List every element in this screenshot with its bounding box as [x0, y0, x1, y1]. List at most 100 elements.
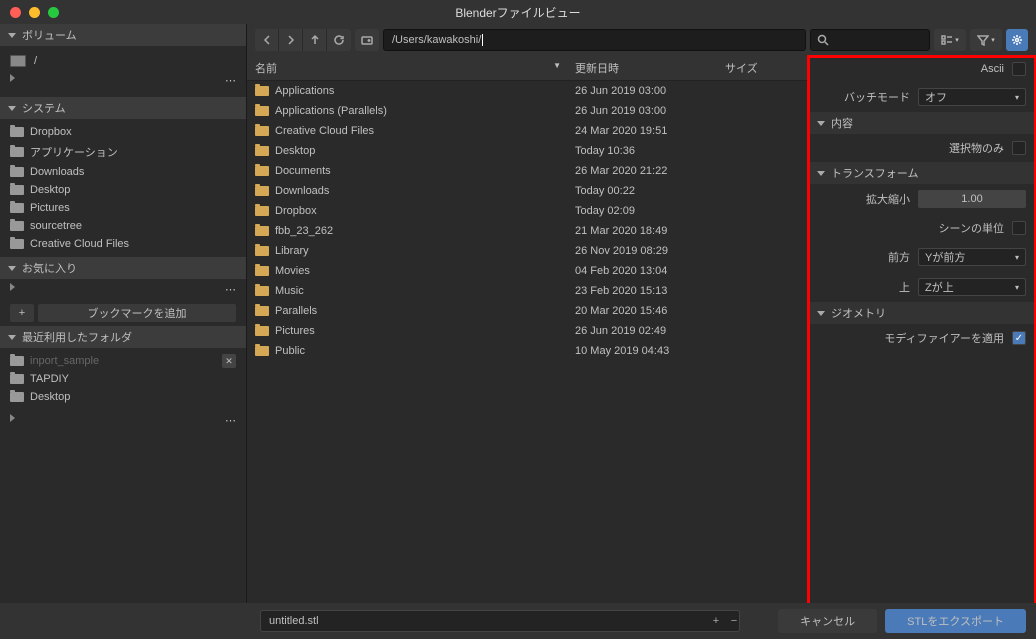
dots-icon[interactable]: ⋯ — [225, 283, 236, 296]
file-row[interactable]: DesktopToday 10:36 — [247, 141, 808, 161]
export-button[interactable]: STLをエクスポート — [885, 609, 1026, 633]
system-item[interactable]: Desktop — [0, 181, 246, 199]
chevron-down-icon[interactable] — [8, 106, 16, 111]
ascii-checkbox[interactable] — [1012, 62, 1026, 76]
scale-input[interactable]: 1.00 — [918, 190, 1026, 208]
cancel-button[interactable]: キャンセル — [778, 609, 877, 633]
apply-modifiers-checkbox[interactable] — [1012, 331, 1026, 345]
folder-icon — [255, 86, 269, 96]
column-size[interactable]: サイズ — [717, 56, 808, 80]
folder-icon — [255, 326, 269, 336]
system-item[interactable]: Pictures — [0, 199, 246, 217]
file-row[interactable]: Movies04 Feb 2020 13:04 — [247, 261, 808, 281]
forward-axis-select[interactable]: Yが前方▾ — [918, 248, 1026, 266]
selection-only-checkbox[interactable] — [1012, 141, 1026, 155]
expand-icon[interactable] — [10, 74, 15, 82]
chevron-down-icon — [817, 121, 825, 126]
folder-icon — [255, 206, 269, 216]
folder-icon — [10, 356, 24, 366]
chevron-down-icon[interactable] — [8, 335, 16, 340]
column-name[interactable]: 名前▼ — [247, 56, 567, 80]
file-list: 名前▼ 更新日時 サイズ Applications26 Jun 2019 03:… — [247, 56, 808, 639]
volume-item[interactable]: / — [10, 52, 236, 70]
folder-icon — [10, 147, 24, 157]
sidebar: ボリューム / ⋯ システム DropboxアプリケーションDownloadsD… — [0, 24, 247, 639]
folder-icon — [255, 146, 269, 156]
window-title: Blenderファイルビュー — [0, 4, 1036, 21]
recent-item[interactable]: TAPDIY — [0, 370, 246, 388]
file-row[interactable]: Pictures26 Jun 2019 02:49 — [247, 321, 808, 341]
up-axis-select[interactable]: Zが上▾ — [918, 278, 1026, 296]
folder-icon — [10, 185, 24, 195]
file-row[interactable]: DownloadsToday 00:22 — [247, 181, 808, 201]
new-folder-button[interactable] — [355, 29, 379, 51]
file-row[interactable]: fbb_23_26221 Mar 2020 18:49 — [247, 221, 808, 241]
file-row[interactable]: Applications (Parallels)26 Jun 2019 03:0… — [247, 101, 808, 121]
recent-item[interactable]: inport_sample✕ — [0, 352, 246, 370]
path-input[interactable]: /Users/kawakoshi/ — [383, 29, 806, 51]
recent-header[interactable]: 最近利用したフォルダ — [0, 326, 246, 348]
scene-unit-checkbox[interactable] — [1012, 221, 1026, 235]
export-options-panel: Ascii バッチモードオフ▾ 内容 選択物のみ トランスフォーム 拡大縮小1.… — [808, 56, 1036, 639]
system-header[interactable]: システム — [0, 97, 246, 119]
file-row[interactable]: Creative Cloud Files24 Mar 2020 19:51 — [247, 121, 808, 141]
folder-icon — [255, 166, 269, 176]
settings-button[interactable] — [1006, 29, 1028, 51]
favorites-header[interactable]: お気に入り — [0, 257, 246, 279]
chevron-down-icon — [817, 171, 825, 176]
expand-icon[interactable] — [10, 414, 15, 422]
batch-mode-select[interactable]: オフ▾ — [918, 88, 1026, 106]
filter-button[interactable]: ▾ — [970, 29, 1002, 51]
volume-header[interactable]: ボリューム — [0, 24, 246, 46]
filename-input[interactable]: untitled.stl — [260, 610, 740, 632]
footer: untitled.stl +− キャンセル STLをエクスポート — [0, 603, 1036, 639]
increment-button[interactable]: + — [708, 613, 724, 629]
folder-icon — [10, 127, 24, 137]
file-row[interactable]: Public10 May 2019 04:43 — [247, 341, 808, 361]
content-section-header[interactable]: 内容 — [809, 112, 1036, 134]
titlebar: Blenderファイルビュー — [0, 0, 1036, 24]
recent-item[interactable]: Desktop — [0, 388, 246, 406]
folder-icon — [255, 346, 269, 356]
chevron-down-icon[interactable] — [8, 33, 16, 38]
search-input[interactable] — [810, 29, 930, 51]
expand-icon[interactable] — [10, 283, 15, 291]
folder-icon — [10, 392, 24, 402]
folder-icon — [255, 126, 269, 136]
refresh-button[interactable] — [327, 29, 351, 51]
file-row[interactable]: Documents26 Mar 2020 21:22 — [247, 161, 808, 181]
chevron-down-icon[interactable] — [8, 266, 16, 271]
file-row[interactable]: Library26 Nov 2019 08:29 — [247, 241, 808, 261]
column-date[interactable]: 更新日時 — [567, 56, 717, 80]
back-button[interactable] — [255, 29, 279, 51]
folder-icon — [10, 374, 24, 384]
up-button[interactable] — [303, 29, 327, 51]
dots-icon[interactable]: ⋯ — [225, 414, 236, 427]
file-row[interactable]: Applications26 Jun 2019 03:00 — [247, 81, 808, 101]
file-row[interactable]: Music23 Feb 2020 15:13 — [247, 281, 808, 301]
remove-icon[interactable]: ✕ — [222, 354, 236, 368]
transform-section-header[interactable]: トランスフォーム — [809, 162, 1036, 184]
sort-icon: ▼ — [553, 61, 561, 70]
dots-icon[interactable]: ⋯ — [225, 74, 236, 87]
file-row[interactable]: Parallels20 Mar 2020 15:46 — [247, 301, 808, 321]
toolbar: /Users/kawakoshi/ ▾ ▾ — [247, 24, 1036, 56]
bookmark-button[interactable]: ブックマークを追加 — [38, 304, 236, 322]
system-item[interactable]: アプリケーション — [0, 141, 246, 163]
decrement-button[interactable]: − — [726, 613, 742, 629]
display-mode-button[interactable]: ▾ — [934, 29, 966, 51]
folder-icon — [255, 286, 269, 296]
system-item[interactable]: Dropbox — [0, 123, 246, 141]
folder-icon — [10, 221, 24, 231]
system-item[interactable]: Downloads — [0, 163, 246, 181]
folder-icon — [255, 306, 269, 316]
geometry-section-header[interactable]: ジオメトリ — [809, 302, 1036, 324]
system-item[interactable]: Creative Cloud Files — [0, 235, 246, 253]
folder-icon — [255, 266, 269, 276]
drive-icon — [10, 55, 26, 67]
folder-icon — [255, 106, 269, 116]
forward-button[interactable] — [279, 29, 303, 51]
system-item[interactable]: sourcetree — [0, 217, 246, 235]
file-row[interactable]: DropboxToday 02:09 — [247, 201, 808, 221]
add-bookmark-button[interactable]: + — [10, 304, 34, 322]
